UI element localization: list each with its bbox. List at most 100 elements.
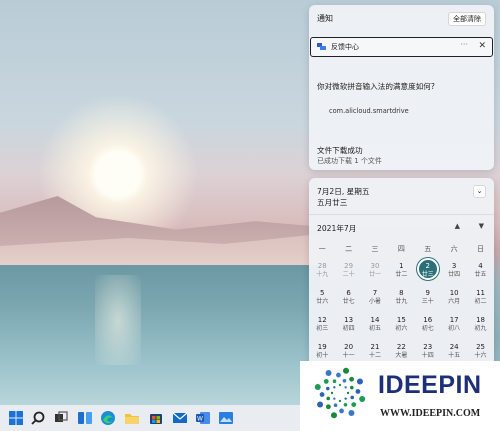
calendar-day-lunar: 廿二 bbox=[395, 271, 408, 278]
calendar-day-number: 14 bbox=[370, 316, 380, 324]
weekday-label: 四 bbox=[397, 245, 405, 253]
calendar-day-number: 21 bbox=[370, 343, 380, 351]
calendar-day-lunar: 十九 bbox=[316, 271, 329, 278]
mail-icon[interactable] bbox=[172, 410, 188, 426]
word-icon[interactable]: W bbox=[195, 410, 211, 426]
task-view-icon[interactable] bbox=[53, 410, 69, 426]
calendar-day[interactable]: 3 廿四 bbox=[441, 258, 467, 285]
calendar-day-number: 30 bbox=[370, 262, 380, 270]
calendar-day[interactable]: 8 廿九 bbox=[388, 285, 414, 312]
calendar-date-text: 7月2日, 星期五 bbox=[317, 187, 370, 196]
calendar-day[interactable]: 12 初三 bbox=[309, 312, 335, 339]
weekday-label: 二 bbox=[345, 245, 353, 253]
logo-dot bbox=[348, 409, 355, 416]
download-notification-title[interactable]: 文件下载成功 bbox=[317, 145, 363, 156]
calendar-day-lunar: 廿一 bbox=[368, 271, 381, 278]
calendar-day[interactable]: 13 初四 bbox=[335, 312, 361, 339]
file-explorer-icon[interactable] bbox=[124, 410, 140, 426]
calendar-day[interactable]: 7 小暑 bbox=[362, 285, 388, 312]
next-month-icon[interactable]: ▼ bbox=[479, 222, 484, 230]
calendar-day[interactable]: 5 廿六 bbox=[309, 285, 335, 312]
notification-message[interactable]: 你对微软拼音输入法的满意度如何? bbox=[317, 81, 435, 92]
calendar-day-lunar: 六月 bbox=[448, 298, 461, 305]
logo-dot bbox=[351, 402, 357, 407]
logo-dot bbox=[330, 391, 334, 395]
weekday-label: 一 bbox=[318, 245, 326, 253]
notification-panel: 通知 全部清除 反馈中心 ··· ✕ 你对微软拼音输入法的满意度如何? com.… bbox=[309, 5, 494, 170]
calendar-day-lunar: 二十 bbox=[342, 271, 355, 278]
close-notification-button[interactable]: ✕ bbox=[478, 41, 486, 51]
calendar-day-lunar: 初四 bbox=[342, 325, 355, 332]
calendar-day-lunar: 廿四 bbox=[448, 271, 461, 278]
calendar-day-lunar: 小暑 bbox=[368, 298, 381, 305]
calendar-month-label[interactable]: 2021年7月 bbox=[317, 223, 356, 234]
wallpaper-water bbox=[0, 265, 320, 405]
calendar-day-lunar: 初十 bbox=[316, 352, 329, 359]
calendar-day[interactable]: 28 十九 bbox=[309, 258, 335, 285]
calendar-day[interactable]: 10 六月 bbox=[441, 285, 467, 312]
calendar-divider bbox=[309, 214, 494, 215]
widgets-icon[interactable] bbox=[77, 410, 93, 426]
previous-month-icon[interactable]: ▲ bbox=[455, 222, 460, 230]
calendar-day-lunar: 十五 bbox=[448, 352, 461, 359]
logo-dot bbox=[336, 372, 341, 378]
logo-dot bbox=[319, 392, 325, 397]
calendar-day-lunar: 十四 bbox=[421, 352, 434, 359]
notification-app-row[interactable]: 反馈中心 ··· ✕ bbox=[310, 37, 493, 57]
logo-dot bbox=[342, 378, 347, 383]
calendar-day[interactable]: 11 初二 bbox=[467, 285, 493, 312]
calendar-day[interactable]: 30 廿一 bbox=[362, 258, 388, 285]
calendar-day-number: 17 bbox=[449, 316, 459, 324]
calendar-day-lunar: 初三 bbox=[316, 325, 329, 332]
calendar-day-lunar: 初六 bbox=[395, 325, 408, 332]
calendar-day-number: 19 bbox=[317, 343, 327, 351]
calendar-day[interactable]: 1 廿二 bbox=[388, 258, 414, 285]
calendar-day[interactable]: 29 二十 bbox=[335, 258, 361, 285]
watermark-logo-icon bbox=[314, 367, 366, 419]
calendar-day-number: 5 bbox=[319, 289, 325, 297]
calendar-day-number: 18 bbox=[476, 316, 485, 324]
more-options-button[interactable]: ··· bbox=[460, 40, 468, 49]
calendar-day-today[interactable]: 2 廿三 bbox=[415, 258, 441, 285]
calendar-day-number: 28 bbox=[317, 262, 327, 270]
calendar-day[interactable]: 4 廿五 bbox=[467, 258, 493, 285]
notification-app-name: 反馈中心 bbox=[331, 43, 359, 51]
logo-dot bbox=[339, 408, 344, 414]
logo-dot bbox=[317, 401, 324, 408]
watermark-overlay: IDEEPIN WWW.IDEEPIN.COM bbox=[300, 361, 500, 431]
calendar-day-lunar: 大暑 bbox=[395, 352, 408, 359]
logo-dot bbox=[356, 378, 363, 385]
calendar-day[interactable]: 17 初八 bbox=[441, 312, 467, 339]
calendar-day[interactable]: 6 廿七 bbox=[335, 285, 361, 312]
logo-dot bbox=[325, 370, 332, 377]
calendar-day[interactable]: 14 初五 bbox=[362, 312, 388, 339]
feedback-hub-icon bbox=[317, 43, 326, 50]
photos-icon[interactable] bbox=[218, 410, 234, 426]
calendar-day-lunar: 初二 bbox=[474, 298, 487, 305]
edge-browser-icon[interactable] bbox=[100, 410, 116, 426]
calendar-day-number: 9 bbox=[425, 289, 430, 297]
calendar-day-lunar: 十六 bbox=[474, 352, 487, 359]
calendar-day-number: 7 bbox=[372, 289, 378, 297]
calendar-day-number: 6 bbox=[346, 289, 351, 297]
weekday-label: 六 bbox=[450, 245, 458, 253]
windows-start-icon[interactable] bbox=[8, 410, 24, 426]
calendar-day[interactable]: 15 初六 bbox=[388, 312, 414, 339]
collapse-chevron-icon[interactable]: ⌄ bbox=[473, 185, 486, 198]
search-icon[interactable] bbox=[30, 410, 46, 426]
logo-dot bbox=[326, 404, 331, 410]
weekday-label: 日 bbox=[477, 245, 485, 253]
calendar-day-number: 15 bbox=[396, 316, 406, 324]
calendar-day-number: 25 bbox=[476, 343, 485, 351]
calendar-day[interactable]: 18 初九 bbox=[467, 312, 493, 339]
calendar-day-number: 1 bbox=[399, 262, 404, 270]
clear-all-button[interactable]: 全部清除 bbox=[448, 12, 486, 26]
calendar-day-lunar: 廿九 bbox=[395, 298, 408, 305]
logo-dot bbox=[314, 383, 321, 390]
calendar-day[interactable]: 9 三十 bbox=[415, 285, 441, 312]
calendar-day[interactable]: 16 初七 bbox=[415, 312, 441, 339]
calendar-day-number: 4 bbox=[478, 262, 483, 270]
store-icon[interactable] bbox=[148, 410, 164, 426]
calendar-day-lunar: 廿三 bbox=[421, 271, 434, 278]
calendar-day-number: 13 bbox=[344, 316, 354, 324]
